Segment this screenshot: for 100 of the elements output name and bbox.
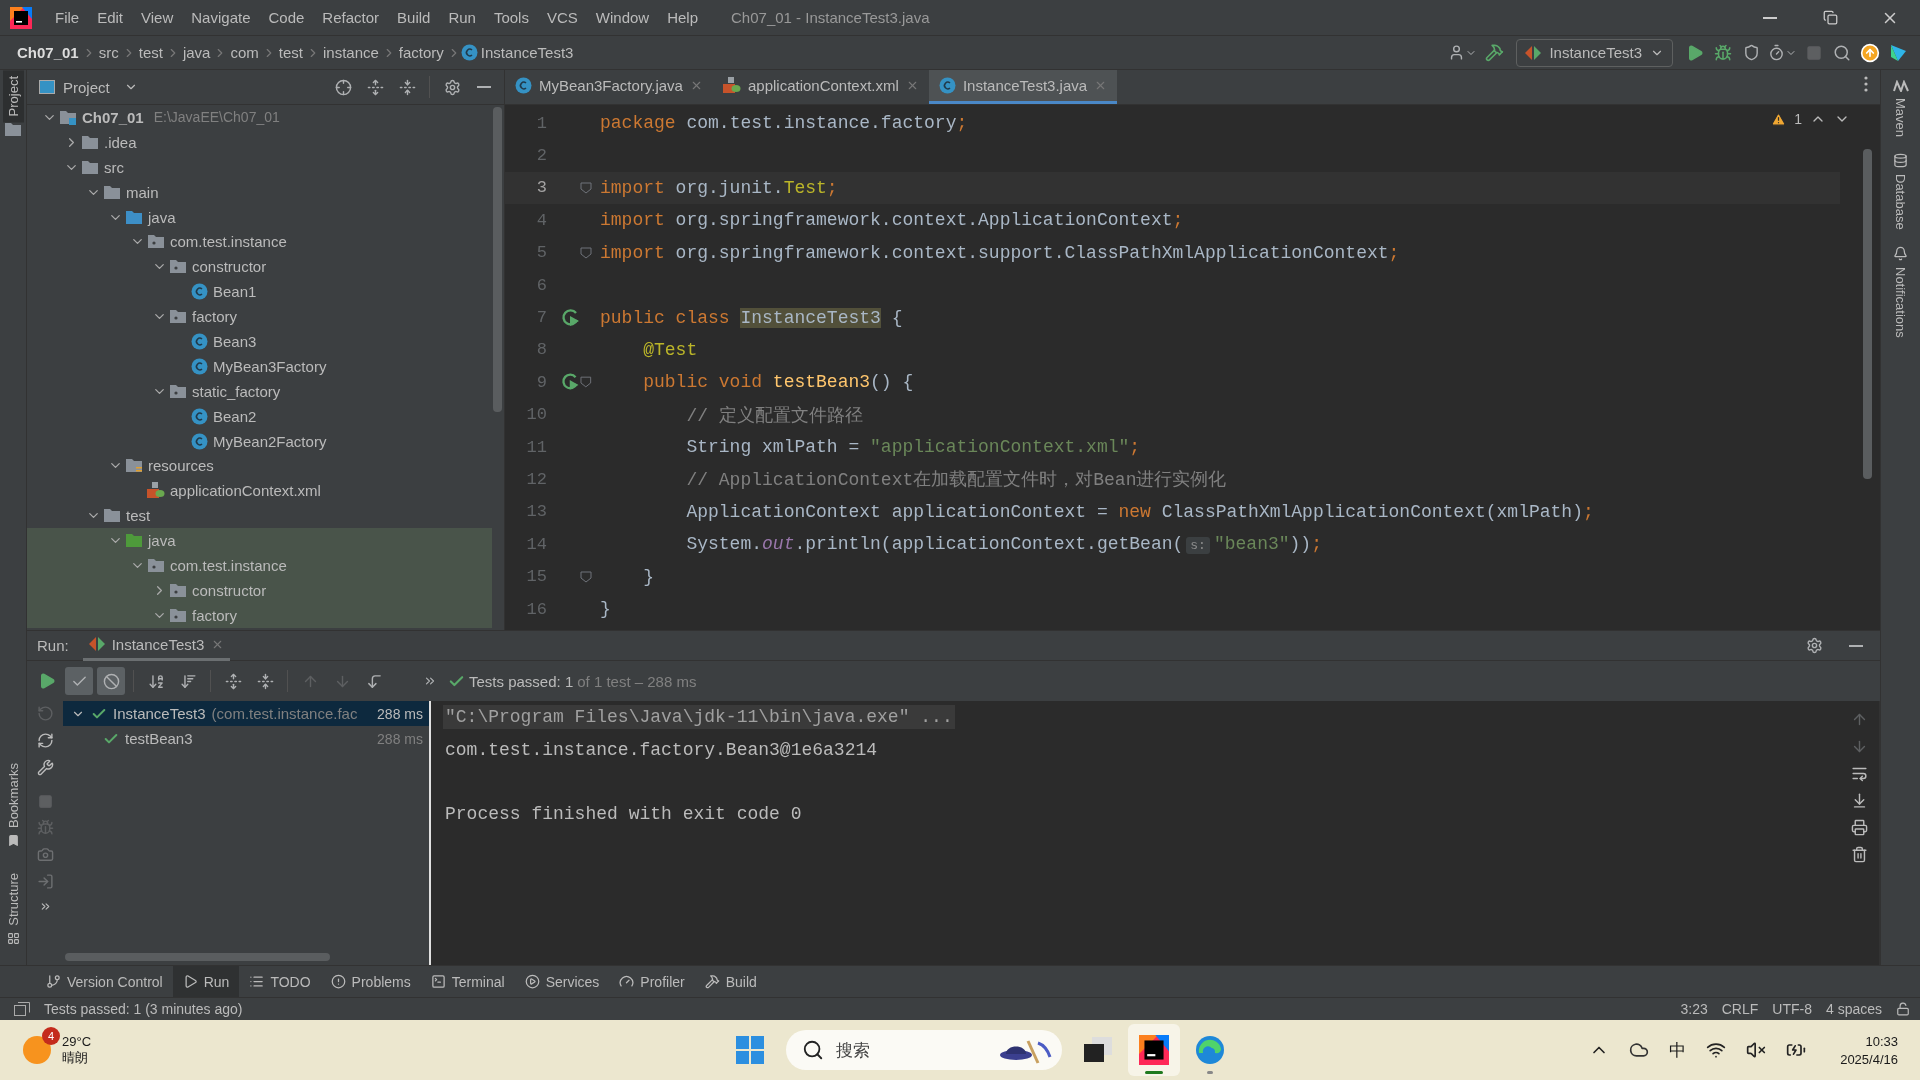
menu-item[interactable]: Refactor [313,9,389,26]
tree-item[interactable]: static_factory [192,382,281,400]
tool-window-tab[interactable]: Bookmarks [2,757,24,835]
tree-item[interactable]: Bean2 [213,407,257,425]
trash-icon[interactable] [1851,846,1868,863]
breadcrumb[interactable]: src [95,44,122,61]
tree-item[interactable]: src [104,158,124,176]
clock-time[interactable]: 10:33 [1865,1033,1898,1049]
breadcrumb[interactable]: InstanceTest3 [477,44,577,61]
show-ignored-button[interactable] [97,667,125,695]
fold-marker-icon[interactable] [580,376,592,389]
breadcrumb[interactable]: com [227,44,262,61]
tree-item[interactable]: Bean1 [213,283,257,301]
status-item[interactable]: CRLF [1721,1001,1759,1017]
panel-title[interactable]: Project [63,78,110,96]
tool-window-tab[interactable]: Maven [1890,92,1911,144]
tool-window-button[interactable]: Run [172,965,240,998]
up-icon[interactable] [1851,711,1868,728]
tree-item[interactable]: MyBean3Factory [213,357,327,375]
menu-item[interactable]: File [46,9,89,26]
tool-window-tab[interactable]: Notifications [1890,260,1911,344]
run-config-dropdown[interactable]: InstanceTest3 [1516,38,1673,67]
scrollbar[interactable] [1863,149,1872,479]
menu-item[interactable]: Edit [88,9,133,26]
menu-item[interactable]: Build [388,9,440,26]
editor-tab[interactable]: MyBean3Factory.java [505,70,713,104]
tool-window-tab[interactable]: Database [1890,168,1911,236]
print-icon[interactable] [1851,819,1868,836]
tree-item[interactable]: main [126,183,159,201]
line-number: 9 [535,372,547,392]
tree-item[interactable]: java [148,208,176,226]
show-passed-button[interactable] [65,667,93,695]
tool-window-button[interactable]: Version Control [36,965,173,998]
run-tab[interactable]: InstanceTest3 [82,630,231,661]
breadcrumb[interactable]: test [275,44,306,61]
test-row[interactable]: InstanceTest3 (com.test.instance.fac 288 ms [63,701,429,726]
tree-item[interactable]: applicationContext.xml [170,482,321,500]
warning-icon[interactable] [1771,111,1787,127]
tool-window-button[interactable]: Services [514,965,610,998]
editor-tab[interactable]: applicationContext.xml [712,70,929,104]
tree-item[interactable]: com.test.instance [170,556,287,574]
tree-item[interactable]: Bean3 [213,332,257,350]
input-method-indicator[interactable]: 中 [1669,1038,1687,1062]
layout-icon[interactable] [14,1002,30,1016]
status-item[interactable]: 4 spaces [1825,1001,1882,1017]
scroll-to-end-icon[interactable] [1851,792,1868,809]
search-field[interactable]: 搜索 [834,1039,988,1061]
fold-marker-icon[interactable] [580,181,592,194]
tool-window-tab[interactable]: Structure [2,867,24,932]
menu-item[interactable]: Code [259,9,314,26]
menu-item[interactable]: VCS [537,9,587,26]
menu-item[interactable]: Tools [484,9,538,26]
scrollbar[interactable] [65,953,330,961]
menu-item[interactable]: Navigate [182,9,260,26]
wifi-icon[interactable] [1706,1040,1727,1060]
scrollbar[interactable] [493,107,502,412]
tree-item[interactable]: factory [192,308,237,326]
run-gutter-icon[interactable] [561,307,581,328]
tree-item[interactable]: test [126,507,151,525]
wrench-icon[interactable] [36,759,54,776]
fold-marker-icon[interactable] [580,570,592,583]
tool-window-button[interactable]: Profiler [609,965,695,998]
menu-item[interactable]: Help [658,9,708,26]
down-icon[interactable] [1851,738,1868,755]
cloud-icon[interactable] [1629,1040,1650,1060]
tree-item[interactable]: MyBean2Factory [213,432,327,450]
warning-count[interactable]: 1 [1794,111,1802,127]
soft-wrap-icon[interactable] [1851,765,1868,782]
tree-item[interactable]: com.test.instance [170,233,287,251]
auto-test-icon[interactable] [36,732,54,749]
tree-item[interactable]: Ch07_01 [82,108,144,126]
menu-item[interactable]: View [132,9,183,26]
tree-item[interactable]: resources [148,457,214,475]
breadcrumb[interactable]: instance [319,44,382,61]
test-row[interactable]: testBean3 288 ms [63,726,429,751]
tree-item[interactable]: constructor [192,581,267,599]
tree-item[interactable]: .idea [104,133,137,151]
breadcrumb[interactable]: Ch07_01 [14,44,82,61]
volume-muted-icon[interactable] [1746,1040,1767,1060]
tool-window-button[interactable]: TODO [239,965,321,998]
breadcrumb[interactable]: java [179,44,214,61]
tree-item[interactable]: constructor [192,258,267,276]
tool-window-tab[interactable]: Project [2,70,24,123]
menu-item[interactable]: Window [586,9,659,26]
lock-icon[interactable] [1896,1002,1910,1016]
status-item[interactable]: 3:23 [1680,1001,1708,1017]
menu-item[interactable]: Run [439,9,485,26]
status-item[interactable]: UTF-8 [1772,1001,1812,1017]
breadcrumb[interactable]: test [135,44,166,61]
tree-item[interactable]: factory [192,606,237,624]
breadcrumb[interactable]: factory [395,44,447,61]
fold-marker-icon[interactable] [580,246,592,259]
taskbar-button[interactable] [1128,1024,1180,1076]
clock-date[interactable]: 2025/4/16 [1840,1051,1898,1067]
tree-item[interactable]: java [148,532,176,550]
search-bar[interactable]: 搜索 [786,1030,1062,1070]
tool-window-button[interactable]: Build [694,965,767,998]
tool-window-button[interactable]: Terminal [420,965,515,998]
tool-window-button[interactable]: Problems [320,965,421,998]
editor-tab[interactable]: InstanceTest3.java [928,70,1118,104]
